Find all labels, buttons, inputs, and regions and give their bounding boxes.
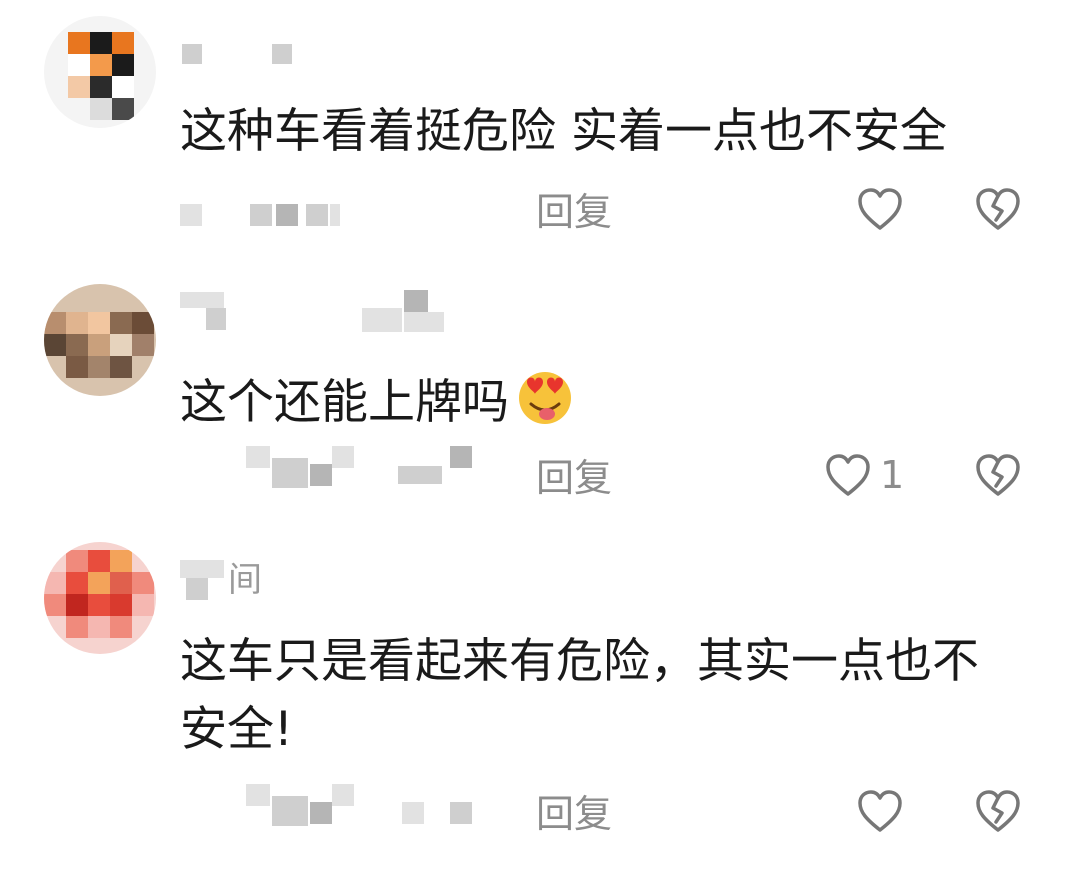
comment-text: 这个还能上牌吗 xyxy=(180,364,577,437)
comment-text: 这种车看着挺危险 实着一点也不安全 xyxy=(180,104,947,159)
username-mask xyxy=(180,560,224,578)
username-mask xyxy=(362,308,402,332)
like-button[interactable]: 1 xyxy=(824,452,904,498)
heart-outline-icon xyxy=(858,188,902,230)
username-mask xyxy=(186,578,208,600)
broken-heart-icon xyxy=(976,454,1020,496)
broken-heart-icon xyxy=(976,188,1020,230)
like-button[interactable] xyxy=(856,186,912,232)
like-count: 1 xyxy=(880,453,905,497)
dislike-button[interactable] xyxy=(974,452,1022,502)
username-mask xyxy=(206,308,226,330)
avatar[interactable] xyxy=(44,284,156,396)
avatar[interactable] xyxy=(44,16,156,128)
reply-button[interactable]: 回复 xyxy=(536,456,612,500)
heart-outline-icon xyxy=(826,454,870,496)
username-mask xyxy=(182,44,202,64)
username-mask xyxy=(404,290,428,312)
username-mask xyxy=(272,44,292,64)
reply-button[interactable]: 回复 xyxy=(536,792,612,836)
dislike-button[interactable] xyxy=(974,186,1022,236)
comment-text: 这车只是看起来有危险，其实一点也不安全! xyxy=(180,634,979,757)
avatar[interactable] xyxy=(44,542,156,654)
heart-eyes-emoji xyxy=(519,372,571,424)
heart-outline-icon xyxy=(858,790,902,832)
like-button[interactable] xyxy=(856,788,912,834)
broken-heart-icon xyxy=(976,790,1020,832)
reply-button[interactable]: 回复 xyxy=(536,190,612,234)
comment-text-body: 这个还能上牌吗 xyxy=(180,375,509,430)
username[interactable]: 间 xyxy=(228,560,264,600)
username-mask xyxy=(180,292,224,308)
username-mask xyxy=(404,312,444,332)
dislike-button[interactable] xyxy=(974,788,1022,838)
